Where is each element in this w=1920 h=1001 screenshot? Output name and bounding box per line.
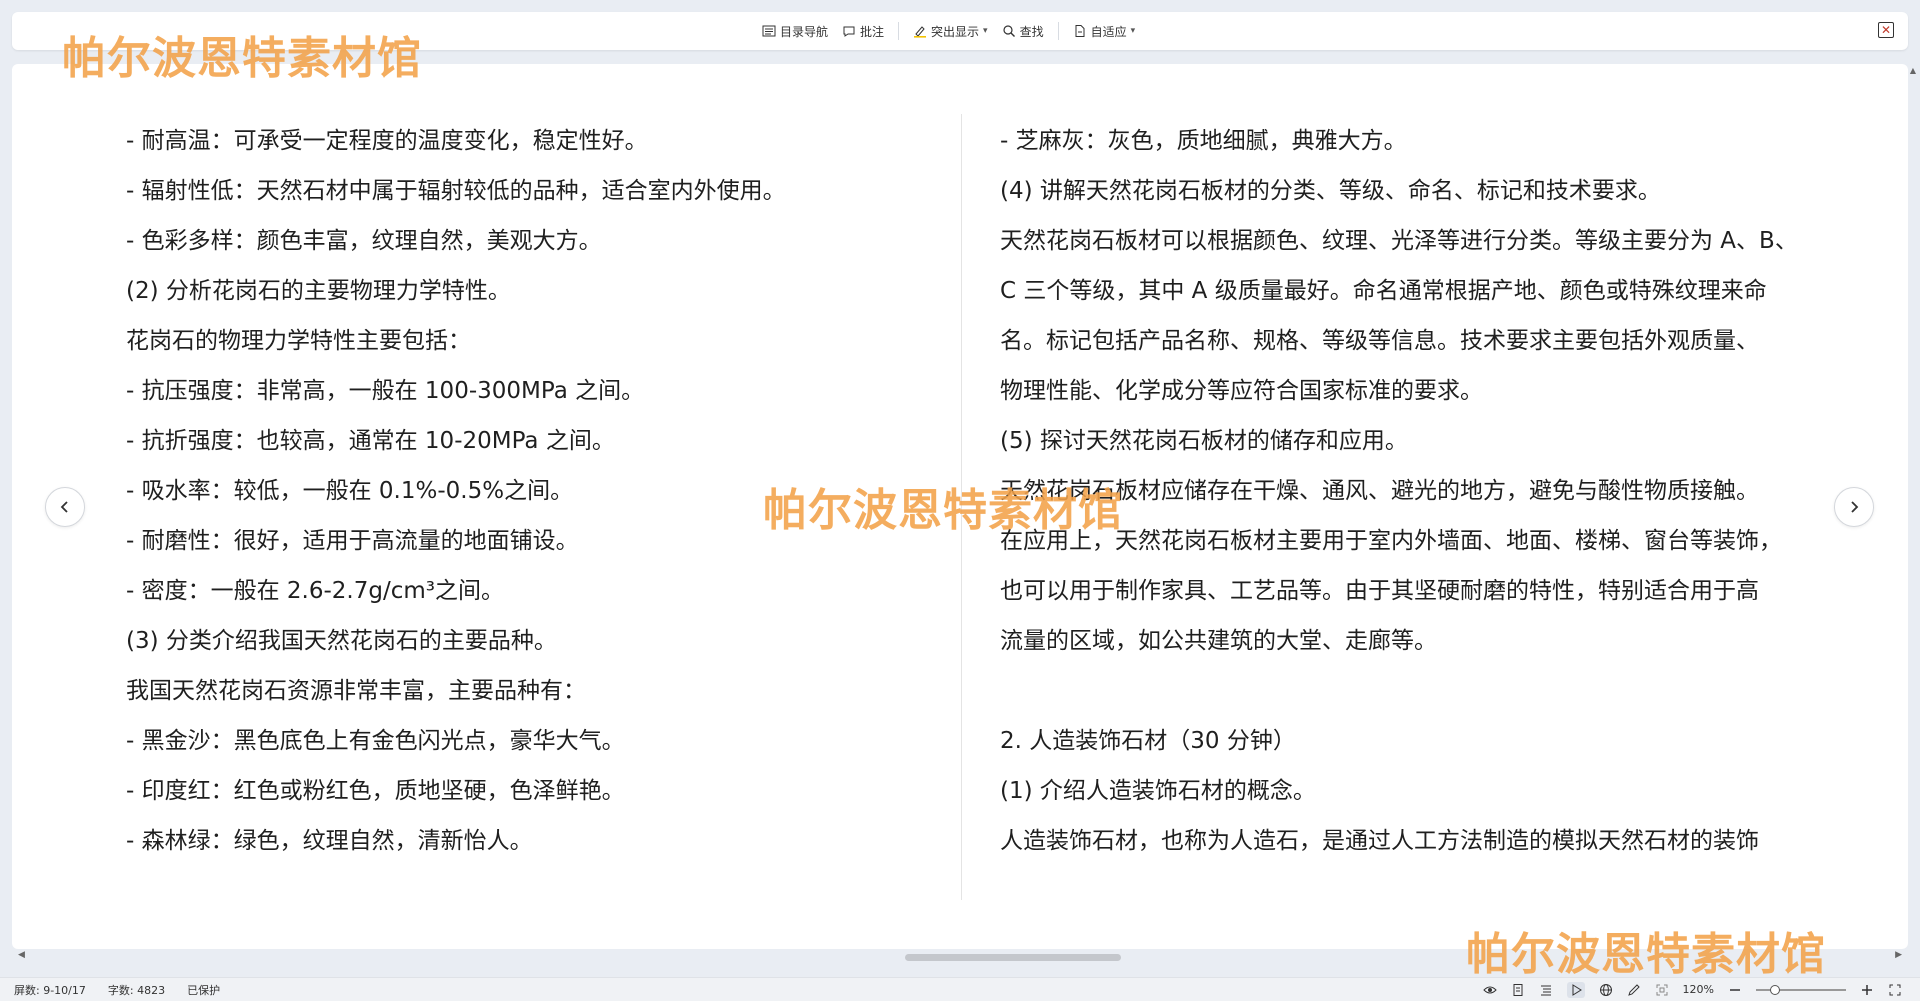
play-icon[interactable] — [1566, 981, 1585, 998]
toc-button[interactable]: 目录导航 — [762, 23, 828, 40]
paragraph-line: 名。标记包括产品名称、规格、等级等信息。技术要求主要包括外观质量、 — [1000, 328, 1759, 354]
watermark-text: 帕尔波恩特素材馆 — [1466, 929, 1826, 980]
fit-button[interactable]: 自适应 ▾ — [1073, 23, 1136, 40]
paragraph-line: 也可以用于制作家具、工艺品等。由于其坚硬耐磨的特性，特别适合用于高 — [1000, 578, 1759, 604]
scroll-up-arrow[interactable]: ▲ — [1910, 66, 1916, 75]
previous-page-button[interactable] — [45, 487, 85, 527]
paragraph-line: C 三个等级，其中 A 级质量最好。命名通常根据产地、颜色或特殊纹理来命 — [1000, 278, 1767, 304]
highlight-label: 突出显示 — [931, 24, 980, 39]
next-page-button[interactable] — [1834, 487, 1874, 527]
paragraph-line: 2. 人造装饰石材（30 分钟） — [1000, 728, 1296, 754]
comment-button[interactable]: 批注 — [842, 23, 884, 40]
page-view-icon[interactable] — [1511, 983, 1525, 997]
highlight-button[interactable]: 突出显示 ▾ — [913, 23, 988, 40]
watermark-text: 帕尔波恩特素材馆 — [62, 33, 422, 84]
status-info: 屏数: 9-10/17 字数: 4823 已保护 — [14, 982, 220, 998]
toolbar-divider — [1057, 22, 1059, 40]
eye-icon[interactable] — [1482, 983, 1497, 997]
scrollbar-thumb[interactable] — [905, 954, 1121, 961]
paragraph-line: - 辐射性低：天然石材中属于辐射较低的品种，适合室内外使用。 — [126, 178, 786, 204]
paragraph-line: - 抗折强度：也较高，通常在 10-20MPa 之间。 — [126, 428, 615, 454]
zoom-level: 120% — [1682, 983, 1714, 996]
protected-status: 已保护 — [187, 984, 221, 997]
paragraph-line — [1000, 666, 1810, 716]
comment-label: 批注 — [860, 24, 885, 39]
scroll-left-arrow[interactable]: ◀ — [18, 950, 25, 960]
paragraph-line: - 芝麻灰：灰色，质地细腻，典雅大方。 — [1000, 128, 1407, 154]
list-icon — [762, 25, 776, 37]
watermark-text: 帕尔波恩特素材馆 — [763, 485, 1123, 536]
toolbar-divider — [898, 22, 900, 40]
paragraph-line: - 印度红：红色或粉红色，质地坚硬，色泽鲜艳。 — [126, 778, 625, 804]
toolbar-group: 目录导航 批注 突出显示 ▾ 查找 自适应 ▾ — [762, 12, 1135, 50]
paragraph-line: - 耐高温：可承受一定程度的温度变化，稳定性好。 — [126, 128, 648, 154]
paragraph-line: 物理性能、化学成分等应符合国家标准的要求。 — [1000, 378, 1483, 404]
outline-icon[interactable] — [1539, 983, 1553, 997]
page-count: 屏数: 9-10/17 — [14, 984, 86, 997]
paragraph-line: 流量的区域，如公共建筑的大堂、走廊等。 — [1000, 628, 1437, 654]
fit-screen-icon[interactable] — [1655, 983, 1669, 997]
zoom-slider[interactable] — [1756, 984, 1846, 995]
globe-icon[interactable] — [1599, 983, 1613, 997]
paragraph-line: (2) 分析花岗石的主要物理力学特性。 — [126, 278, 511, 304]
word-count: 字数: 4823 — [107, 984, 166, 997]
search-icon — [1002, 25, 1015, 37]
paragraph-line: 我国天然花岗石资源非常丰富，主要品种有： — [126, 678, 586, 704]
paragraph-line: (1) 介绍人造装饰石材的概念。 — [1000, 778, 1316, 804]
zoom-out-icon[interactable] — [1728, 983, 1742, 997]
paragraph-line: 天然花岗石板材可以根据颜色、纹理、光泽等进行分类。等级主要分为 A、B、 — [1000, 228, 1798, 254]
paragraph-line: - 黑金沙：黑色底色上有金色闪光点，豪华大气。 — [126, 728, 625, 754]
paragraph-line: 人造装饰石材，也称为人造石，是通过人工方法制造的模拟天然石材的装饰 — [1000, 828, 1759, 854]
paragraph-line: 花岗石的物理力学特性主要包括： — [126, 328, 471, 354]
chevron-down-icon: ▾ — [1130, 26, 1136, 36]
paragraph-line: (5) 探讨天然花岗石板材的储存和应用。 — [1000, 428, 1408, 454]
close-icon: ✕ — [1880, 23, 1892, 37]
view-controls: 120% — [1482, 980, 1902, 999]
chevron-left-icon — [60, 501, 68, 513]
comment-icon — [843, 26, 855, 37]
zoom-in-icon[interactable] — [1860, 983, 1874, 997]
scroll-right-arrow[interactable]: ▶ — [1895, 950, 1902, 960]
close-button[interactable]: ✕ — [1878, 22, 1894, 38]
highlighter-icon — [914, 26, 927, 38]
zoom-slider-knob[interactable] — [1770, 984, 1780, 995]
chevron-down-icon: ▾ — [983, 26, 988, 36]
paragraph-line: - 抗压强度：非常高，一般在 100-300MPa 之间。 — [126, 378, 645, 404]
chevron-right-icon — [1851, 501, 1859, 513]
paragraph-line: - 色彩多样：颜色丰富，纹理自然，美观大方。 — [126, 228, 602, 254]
toc-label: 目录导航 — [780, 24, 829, 39]
find-label: 查找 — [1019, 24, 1044, 39]
fullscreen-icon[interactable] — [1888, 983, 1902, 997]
paragraph-line: (3) 分类介绍我国天然花岗石的主要品种。 — [126, 628, 557, 654]
pen-icon[interactable] — [1627, 983, 1641, 997]
page-icon — [1075, 25, 1085, 37]
find-button[interactable]: 查找 — [1002, 23, 1044, 40]
fit-label: 自适应 — [1090, 24, 1127, 39]
paragraph-line: - 密度：一般在 2.6-2.7g/cm³之间。 — [126, 578, 504, 604]
paragraph-line: (4) 讲解天然花岗石板材的分类、等级、命名、标记和技术要求。 — [1000, 178, 1661, 204]
paragraph-line: - 森林绿：绿色，纹理自然，清新怡人。 — [126, 828, 533, 854]
